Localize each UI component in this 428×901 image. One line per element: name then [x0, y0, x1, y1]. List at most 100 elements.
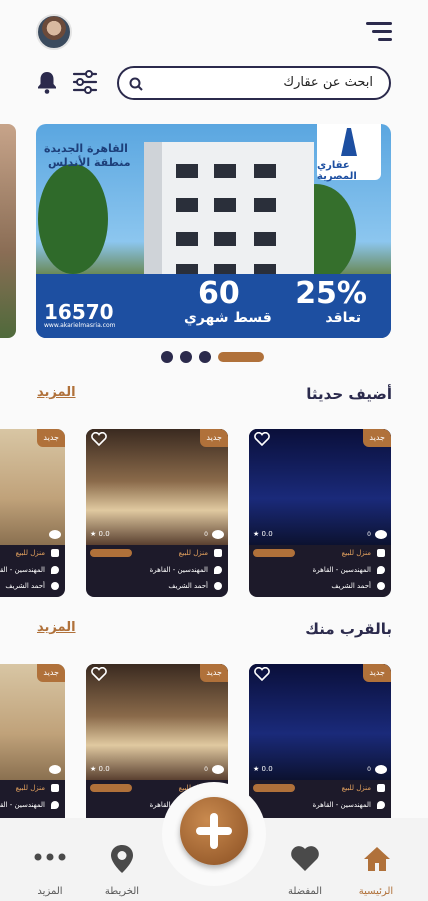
new-badge: جديد: [363, 664, 391, 682]
banner-title: القاهرة الجديدة: [44, 142, 128, 155]
nav-label-more: المزيد: [37, 886, 63, 897]
banner-downpayment-label: تعاقد: [325, 310, 361, 326]
property-location: المهندسين - القاهرة: [312, 801, 371, 809]
home-screen: ابحث عن عقارك القاهرة الجديدة منطقة الأن…: [0, 0, 428, 901]
user-icon: [214, 582, 222, 590]
banner-slide[interactable]: القاهرة الجديدة منطقة الأندلس عقاري المص…: [36, 124, 391, 338]
heart-icon: [291, 846, 319, 871]
nav-label-map: الخريطة: [104, 886, 140, 897]
property-card[interactable]: جديد ★ 0.0 0 منزل للبيع المهندسين - القا…: [86, 429, 228, 597]
carousel-dot[interactable]: [161, 351, 173, 363]
more-link-nearby[interactable]: المزيد: [37, 620, 76, 635]
eye-icon: [49, 765, 61, 774]
more-link-recent[interactable]: المزيد: [37, 385, 76, 400]
heart-icon[interactable]: [91, 667, 107, 681]
carousel-dot-active[interactable]: [218, 352, 264, 362]
property-location: المهندسين - القاهرة: [0, 801, 45, 809]
new-badge: جديد: [363, 429, 391, 447]
rating-value: 0.0: [261, 765, 273, 773]
bell-icon[interactable]: [36, 70, 58, 94]
new-badge: جديد: [200, 429, 228, 447]
brand-logo: عقاري المصرية: [317, 124, 381, 182]
banner-downpayment-value: 25%: [295, 276, 367, 311]
property-type: منزل للبيع: [341, 784, 371, 792]
eye-icon: [212, 530, 224, 539]
building-icon: [51, 784, 59, 792]
brand-logo-text: عقاري المصرية: [317, 160, 357, 182]
search-input[interactable]: ابحث عن عقارك: [117, 66, 391, 100]
property-type: منزل للبيع: [15, 549, 45, 557]
nav-item-map[interactable]: الخريطة: [92, 840, 152, 898]
section-title-recent: أضيف حديثا: [306, 385, 392, 403]
views-count: 0: [204, 531, 208, 538]
nav-item-home[interactable]: الرئيسية: [346, 840, 406, 898]
property-type: منزل للبيع: [341, 549, 371, 557]
location-pin-icon: [51, 801, 59, 809]
user-icon: [377, 582, 385, 590]
banner-slide-previous[interactable]: [0, 124, 16, 338]
nav-item-more[interactable]: المزيد: [20, 840, 80, 898]
building-icon: [377, 549, 385, 557]
banner-phone: 16570: [44, 300, 114, 324]
property-card[interactable]: جديد ★ 0.0 0 منزل للبيع المهندسين - القا…: [249, 429, 391, 597]
new-badge: جديد: [200, 664, 228, 682]
carousel-dot[interactable]: [199, 351, 211, 363]
plus-icon-vertical: [210, 813, 218, 849]
banner-url: www.akarielmasria.com: [44, 322, 116, 329]
top-bar: [0, 14, 428, 54]
logo-icon: [341, 128, 357, 156]
price-tag: [253, 784, 295, 792]
rating-value: 0.0: [98, 530, 110, 538]
banner-installment-label: قسط شهري: [184, 310, 272, 326]
location-pin-icon: [377, 801, 385, 809]
banner-installment-value: 60: [198, 276, 240, 311]
rating: ★ 0.0: [253, 765, 273, 773]
carousel-indicator: [161, 351, 271, 363]
map-pin-icon: [111, 845, 133, 873]
rating-value: 0.0: [98, 765, 110, 773]
avatar[interactable]: [36, 14, 72, 50]
location-pin-icon: [377, 566, 385, 574]
search-placeholder: ابحث عن عقارك: [283, 75, 373, 90]
tree-decoration: [38, 164, 108, 274]
heart-icon[interactable]: [254, 667, 270, 681]
property-location: المهندسين - القاهرة: [312, 566, 371, 574]
new-badge: جديد: [37, 429, 65, 447]
home-icon: [364, 847, 390, 871]
views-count: 0: [367, 766, 371, 773]
location-pin-icon: [51, 566, 59, 574]
property-card[interactable]: جديد ★ 0.0 0 منزل للبيع المهندسين - القا…: [249, 664, 391, 832]
rating-value: 0.0: [261, 530, 273, 538]
views-count: 0: [367, 531, 371, 538]
add-property-button[interactable]: [180, 797, 248, 865]
nav-item-favorites[interactable]: المفضلة: [275, 840, 335, 898]
heart-icon[interactable]: [254, 432, 270, 446]
location-pin-icon: [214, 566, 222, 574]
search-row: ابحث عن عقارك: [0, 66, 428, 100]
carousel-dot[interactable]: [180, 351, 192, 363]
property-agent: أحمد الشريف: [168, 582, 208, 590]
menu-icon[interactable]: [366, 22, 392, 42]
rating: ★ 0.0: [253, 530, 273, 538]
eye-icon: [212, 765, 224, 774]
new-badge: جديد: [37, 664, 65, 682]
building-icon: [214, 549, 222, 557]
banner-subtitle: منطقة الأندلس: [48, 156, 131, 169]
rating: ★ 0.0: [90, 530, 110, 538]
building-icon: [51, 549, 59, 557]
more-dots-icon: [34, 853, 66, 861]
property-location: المهندسين - القاهرة: [149, 566, 208, 574]
views-count: 0: [204, 766, 208, 773]
building-icon: [377, 784, 385, 792]
filter-icon[interactable]: [72, 70, 98, 94]
heart-icon[interactable]: [91, 432, 107, 446]
eye-icon: [375, 765, 387, 774]
property-agent: أحمد الشريف: [5, 582, 45, 590]
property-card[interactable]: جديد منزل للبيع المهندسين - القاهرة: [0, 664, 65, 832]
eye-icon: [49, 530, 61, 539]
rating: ★ 0.0: [90, 765, 110, 773]
property-card[interactable]: جديد منزل للبيع المهندسين - القاهرة أحمد…: [0, 429, 65, 597]
property-location: المهندسين - القاهرة: [0, 566, 45, 574]
user-icon: [51, 582, 59, 590]
section-title-nearby: بالقرب منك: [305, 620, 392, 638]
